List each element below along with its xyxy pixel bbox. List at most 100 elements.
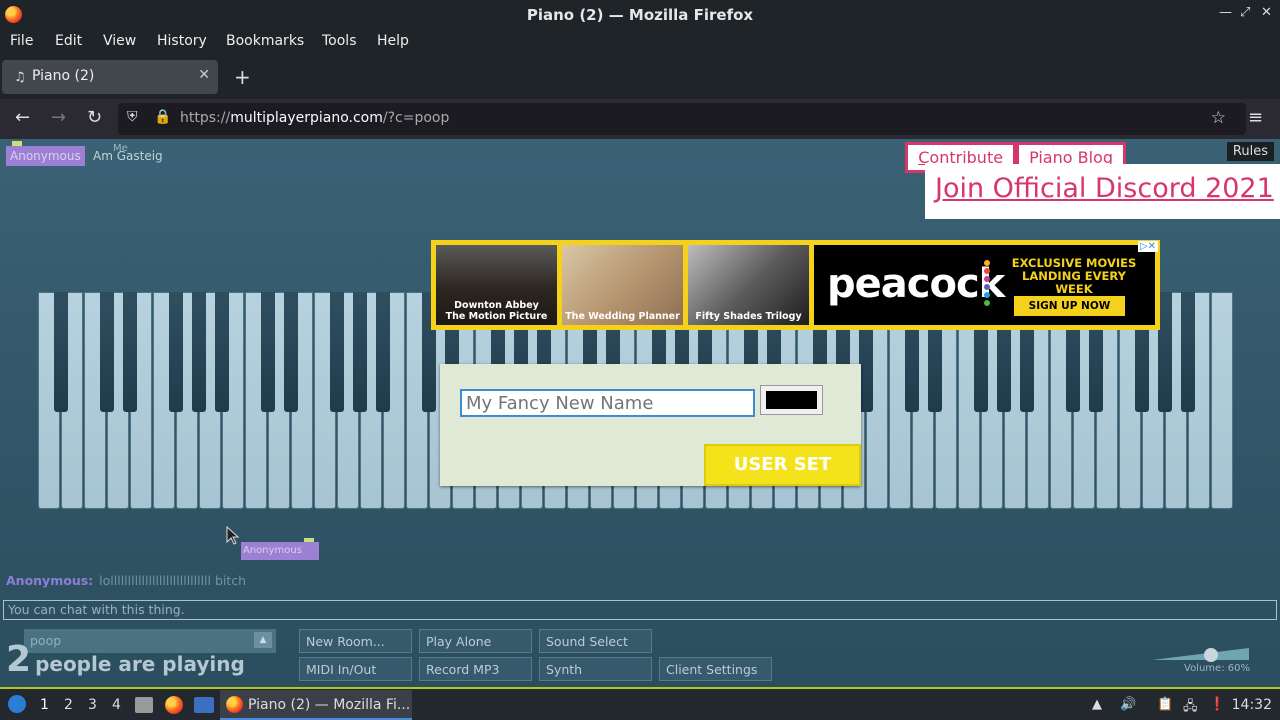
shield-icon[interactable]: ⛨ [127,109,138,125]
clock: 14:32 [1231,697,1272,713]
tab-title: Piano (2) [32,68,95,84]
task-label: Piano (2) — Mozilla Fi... [248,697,411,713]
ad-peacock[interactable]: peacock EXCLUSIVE MOVIES LANDING EVERY WE… [814,245,1155,325]
close-icon[interactable]: ✕ [1261,5,1272,20]
user-badge-am-gasteig[interactable]: Am Gasteig [89,146,167,166]
black-key[interactable] [353,292,367,412]
color-picker[interactable] [760,385,823,415]
chat-input[interactable]: You can chat with this thing. [3,600,1277,620]
taskbar: 1 2 3 4 Piano (2) — Mozilla Fi... ▲ 🔊 📋 … [0,687,1280,720]
clipboard-icon[interactable]: 📋 [1157,697,1173,712]
workspace-2[interactable]: 2 [64,697,73,713]
peacock-logo: peacock [827,261,1005,307]
discord-banner: Join Official Discord 2021 [925,164,1280,219]
client-settings-button[interactable]: Client Settings [659,657,772,681]
black-key[interactable] [330,292,344,412]
black-key[interactable] [123,292,137,412]
name-input[interactable] [460,389,755,417]
firefox-launcher-icon[interactable] [165,696,183,714]
task-firefox[interactable]: Piano (2) — Mozilla Fi... [220,690,412,720]
menu-edit[interactable]: Edit [55,33,82,49]
advertisement[interactable]: Downton Abbey The Motion Picture The Wedd… [431,240,1160,330]
white-key[interactable] [1211,292,1233,509]
ad-caption-fifty-shades: Fifty Shades Trilogy [695,311,802,322]
ad-close-icon[interactable]: ▷✕ [1137,241,1158,252]
black-key[interactable] [376,292,390,412]
volume-label: Volume: 60% [1184,663,1250,674]
piano-page: Anonymous Me Am Gasteig Contribute Piano… [0,139,1280,687]
chat-nick: Anonymous: [6,573,94,588]
tab-piano[interactable]: ♫ Piano (2) ✕ [2,60,218,94]
minimize-icon[interactable]: — [1219,5,1232,20]
bookmark-star-icon[interactable]: ☆ [1211,108,1226,128]
file-manager-icon[interactable] [135,697,153,713]
black-key[interactable] [215,292,229,412]
sound-select-button[interactable]: Sound Select [539,629,652,653]
workspace-1[interactable]: 1 [40,697,49,713]
black-key[interactable] [261,292,275,412]
ad-tile-wedding-planner[interactable]: The Wedding Planner [562,245,683,325]
volume-icon[interactable]: 🔊 [1120,697,1136,712]
user-badge-anonymous[interactable]: Anonymous [6,146,85,166]
black-key[interactable] [54,292,68,412]
workspace-3[interactable]: 3 [88,697,97,713]
url-text: https://multiplayerpiano.com/?c=poop [180,110,450,126]
tab-strip: ♫ Piano (2) ✕ + [0,55,1280,99]
user-set-button[interactable]: USER SET [704,444,861,486]
piano-icon: ♫ [14,70,26,85]
ad-caption-downton: Downton Abbey The Motion Picture [445,300,548,322]
color-swatch [766,391,817,409]
volume-knob[interactable] [1204,648,1218,662]
menu-help[interactable]: Help [377,33,409,49]
ad-tile-downton[interactable]: Downton Abbey The Motion Picture [436,245,557,325]
mouse-cursor-icon [226,526,240,545]
back-icon[interactable]: ← [15,107,30,128]
forward-icon[interactable]: → [51,107,66,128]
new-room-button[interactable]: New Room... [299,629,412,653]
ad-tile-fifty-shades[interactable]: Fifty Shades Trilogy [688,245,809,325]
nav-bar: ← → ↻ ⛨ 🔒 https://multiplayerpiano.com/?… [0,99,1280,139]
menu-bookmarks[interactable]: Bookmarks [226,33,304,49]
discord-link[interactable]: Join Official Discord 2021 [935,173,1274,204]
terminal-icon[interactable] [194,697,214,713]
midi-in-out-button[interactable]: MIDI In/Out [299,657,412,681]
url-bar[interactable]: ⛨ 🔒 https://multiplayerpiano.com/?c=poop… [118,103,1246,135]
record-mp3-button[interactable]: Record MP3 [419,657,532,681]
room-dropdown-arrow-icon[interactable]: ▲ [254,632,272,648]
network-icon[interactable]: 🖧 [1183,697,1198,719]
menu-history[interactable]: History [157,33,207,49]
firefox-icon [226,696,243,713]
menu-bar: File Edit View History Bookmarks Tools H… [0,29,1280,55]
rules-button[interactable]: Rules [1226,142,1274,161]
player-count-number: 2 [6,639,32,680]
black-key[interactable] [1181,292,1195,412]
menu-view[interactable]: View [103,33,136,49]
black-key[interactable] [284,292,298,412]
peacock-headline: EXCLUSIVE MOVIES LANDING EVERY WEEK [1011,256,1137,296]
menu-file[interactable]: File [10,33,33,49]
menu-tools[interactable]: Tools [322,33,357,49]
window-title: Piano (2) — Mozilla Firefox [526,6,754,24]
maximize-icon[interactable]: ⤢ [1240,5,1250,20]
synth-button[interactable]: Synth [539,657,652,681]
black-key[interactable] [169,292,183,412]
ad-caption-wedding-planner: The Wedding Planner [565,311,680,322]
lock-icon[interactable]: 🔒 [154,109,171,125]
start-menu-icon[interactable] [8,695,26,713]
volume-slider[interactable]: Volume: 60% [1152,648,1252,678]
workspace-4[interactable]: 4 [112,697,121,713]
close-tab-icon[interactable]: ✕ [198,67,210,83]
play-alone-button[interactable]: Play Alone [419,629,532,653]
reload-icon[interactable]: ↻ [87,107,102,128]
volume-ramp [1152,648,1249,660]
tray-up-arrow-icon[interactable]: ▲ [1092,697,1102,712]
peacock-signup-button[interactable]: SIGN UP NOW [1014,296,1125,316]
black-key[interactable] [100,292,114,412]
chat-text: lolllllllllllllllllllllllllllll bitch [99,573,247,588]
hamburger-menu-icon[interactable]: ≡ [1248,107,1263,128]
new-tab-icon[interactable]: + [234,65,251,89]
player-count-label: people are playing [35,652,245,676]
notification-icon[interactable]: ❗ [1209,697,1225,712]
black-key[interactable] [1158,292,1172,412]
black-key[interactable] [192,292,206,412]
